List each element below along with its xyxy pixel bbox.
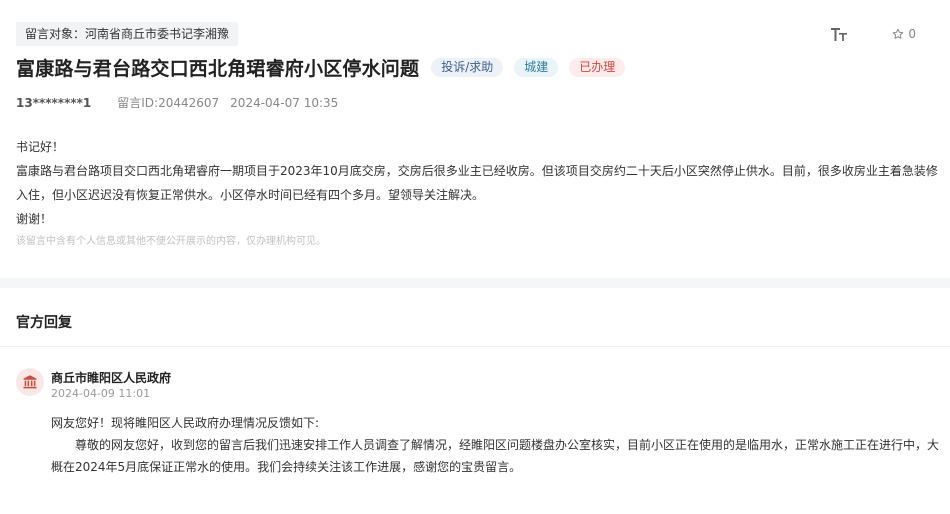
org-avatar (16, 368, 44, 396)
reply-greeting: 网友您好！现将睢阳区人民政府办理情况反馈如下: (51, 416, 320, 430)
message-body: 富康路与君台路项目交口西北角珺睿府一期项目于2023年10月底交房，交房后很多业… (16, 164, 938, 202)
reply-body-text: 尊敬的网友您好，收到您的留言后我们迅速安排工作人员调查了解情况，经睢阳区问题楼盘… (51, 438, 940, 474)
message-content: 书记好！ 富康路与君台路项目交口西北角珺睿府一期项目于2023年10月底交房，交… (16, 135, 941, 231)
reply-time: 2024-04-09 11:01 (51, 387, 151, 400)
favorite-count: 0 (908, 27, 916, 41)
message-target: 留言对象：河南省商丘市委书记李湘豫 (16, 22, 239, 46)
field-tag: 城建 (514, 58, 559, 77)
message-title: 富康路与君台路交口西北角珺睿府小区停水问题 (16, 58, 420, 80)
message-greeting: 书记好！ (16, 140, 65, 154)
favorite-button[interactable]: 0 (892, 27, 916, 41)
privacy-note: 该留言中含有个人信息或其他不便公开展示的内容，仅办理机构可见。 (16, 236, 326, 247)
star-icon (893, 28, 904, 39)
message-closing: 谢谢！ (16, 212, 53, 226)
toolbar: 0 (830, 26, 916, 42)
official-reply-section: 官方回复 商丘市睢阳区人民政府 2024-04-09 11:01 网友您好！现将… (0, 288, 950, 514)
font-size-icon[interactable] (830, 26, 848, 42)
message-datetime: 2024-04-07 10:35 (230, 95, 339, 110)
title-row: 富康路与君台路交口西北角珺睿府小区停水问题 投诉/求助 城建 已办理 (16, 54, 626, 81)
government-building-icon (23, 375, 37, 389)
message-id: 留言ID:20442607 (117, 96, 220, 110)
reply-divider (0, 346, 950, 347)
org-name: 商丘市睢阳区人民政府 (51, 371, 172, 385)
message-meta: 13********1 留言ID:20442607 2024-04-07 10:… (16, 94, 338, 111)
message-user: 13********1 (16, 95, 92, 110)
reply-content: 网友您好！现将睢阳区人民政府办理情况反馈如下: 尊敬的网友您好，收到您的留言后我… (51, 412, 941, 478)
type-tag: 投诉/求助 (431, 58, 504, 77)
reply-heading: 官方回复 (16, 315, 72, 331)
message-card: 留言对象：河南省商丘市委书记李湘豫 0 富康路与君台路交口西北角珺睿府小区停水问… (0, 0, 950, 278)
section-divider (0, 278, 950, 288)
status-badge: 已办理 (569, 58, 626, 77)
